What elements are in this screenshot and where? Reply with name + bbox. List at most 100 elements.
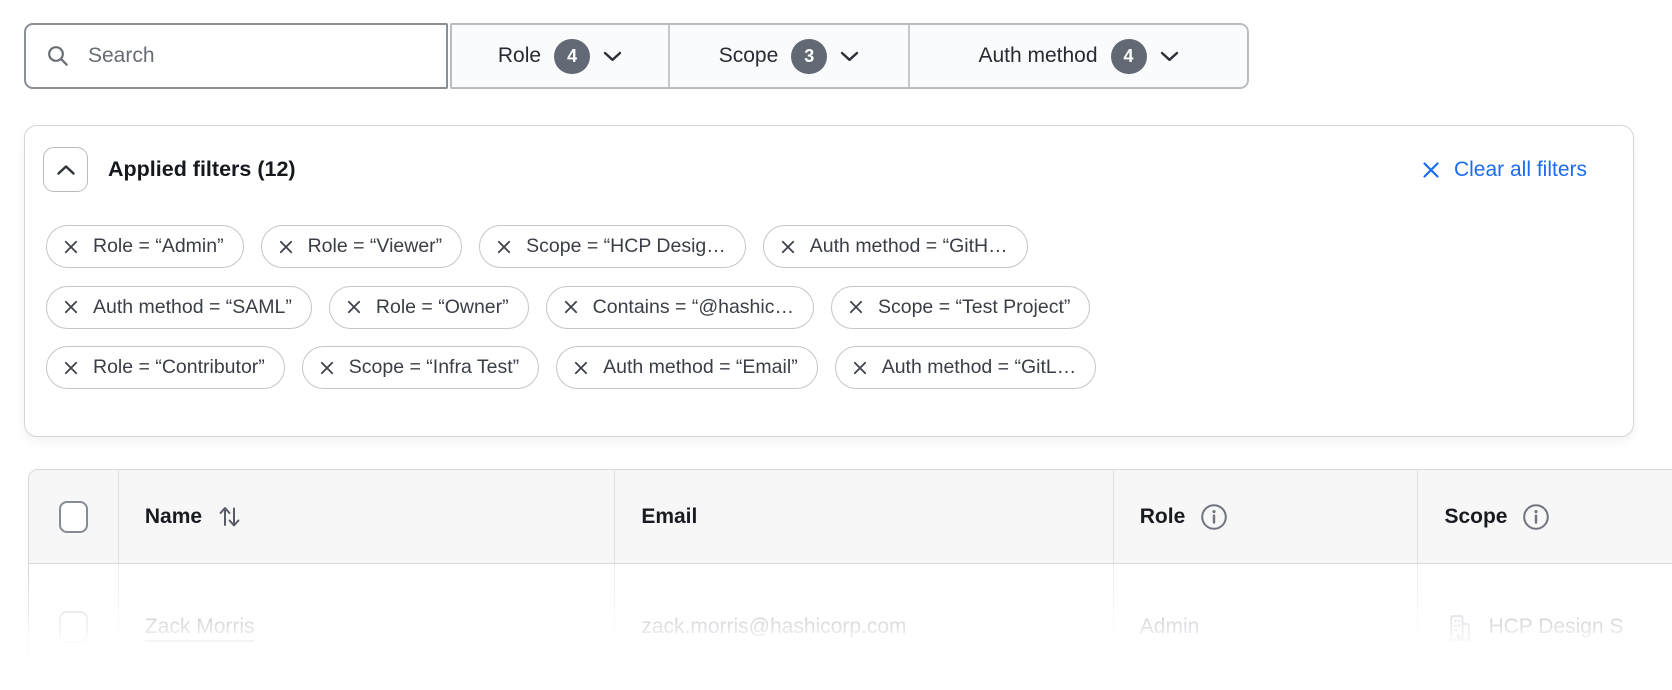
- filter-chip-label: Auth method = “SAML”: [93, 296, 292, 319]
- close-icon: [63, 239, 79, 255]
- filter-chip: Auth method = “SAML”: [46, 286, 312, 329]
- column-header-scope: Scope: [1417, 470, 1672, 563]
- filter-chip-label: Scope = “Test Project”: [878, 296, 1070, 319]
- row-email-cell: zack.morris@hashicorp.com: [614, 564, 1112, 690]
- filter-chip: Role = “Viewer”: [261, 225, 463, 268]
- count-badge: 4: [1111, 39, 1147, 74]
- user-name-link[interactable]: Zack Morris: [145, 615, 255, 639]
- remove-filter-button[interactable]: [278, 239, 294, 255]
- close-icon: [573, 360, 589, 376]
- count-badge: 3: [791, 39, 827, 74]
- filter-dropdown-group: Role 4 Scope 3 Auth method 4: [450, 23, 1249, 89]
- dropdown-label: Scope: [719, 44, 779, 68]
- info-icon: [1200, 503, 1228, 531]
- filter-chip-label: Auth method = “Email”: [603, 356, 798, 379]
- select-all-cell: [29, 470, 118, 563]
- filter-chip-label: Role = “Admin”: [93, 235, 224, 258]
- sort-arrows-icon: [217, 502, 242, 531]
- filter-chip-label: Contains = “@hashic…: [593, 296, 794, 319]
- user-email: zack.morris@hashicorp.com: [641, 615, 906, 639]
- applied-filters-panel: Applied filters (12) Clear all filters R…: [24, 125, 1634, 437]
- search-input[interactable]: [86, 43, 446, 69]
- user-role: Admin: [1140, 615, 1200, 639]
- close-icon: [63, 360, 79, 376]
- column-header-email: Email: [614, 470, 1112, 563]
- select-all-checkbox[interactable]: [59, 501, 88, 533]
- filter-chip-label: Role = “Viewer”: [308, 235, 443, 258]
- info-button[interactable]: [1522, 503, 1550, 531]
- remove-filter-button[interactable]: [573, 360, 589, 376]
- sort-button[interactable]: [217, 502, 242, 531]
- filter-chip: Contains = “@hashic…: [546, 286, 814, 329]
- column-header-role: Role: [1113, 470, 1418, 563]
- applied-filters-title: Applied filters (12): [108, 157, 296, 182]
- building-icon: [1444, 612, 1475, 643]
- remove-filter-button[interactable]: [346, 299, 362, 315]
- table-row: Zack Morris zack.morris@hashicorp.com Ad…: [29, 564, 1672, 690]
- remove-filter-button[interactable]: [563, 299, 579, 315]
- close-icon: [319, 360, 335, 376]
- clear-all-label: Clear all filters: [1454, 158, 1587, 182]
- filter-chip-label: Auth method = “GitH…: [810, 235, 1008, 258]
- filter-dropdown-role[interactable]: Role 4: [452, 25, 668, 87]
- remove-filter-button[interactable]: [63, 360, 79, 376]
- remove-filter-button[interactable]: [63, 239, 79, 255]
- info-icon: [1522, 503, 1550, 531]
- row-scope-cell: HCP Design S: [1417, 564, 1672, 690]
- filter-chip: Auth method = “Email”: [556, 346, 818, 389]
- dropdown-label: Auth method: [978, 44, 1097, 68]
- filter-dropdown-auth-method[interactable]: Auth method 4: [908, 25, 1247, 87]
- users-table: Name Email Role Scope Zack Morris: [28, 469, 1672, 690]
- filter-chip: Auth method = “GitH…: [763, 225, 1028, 268]
- remove-filter-button[interactable]: [496, 239, 512, 255]
- filter-chip-label: Role = “Contributor”: [93, 356, 265, 379]
- filter-chip: Auth method = “GitL…: [835, 346, 1097, 389]
- remove-filter-button[interactable]: [852, 360, 868, 376]
- applied-filters-header: Applied filters (12) Clear all filters: [25, 126, 1633, 192]
- column-header-name: Name: [118, 470, 614, 563]
- filter-chip-label: Scope = “Infra Test”: [349, 356, 519, 379]
- clear-all-filters-button[interactable]: Clear all filters: [1421, 158, 1587, 182]
- collapse-button[interactable]: [43, 147, 88, 192]
- filter-chip: Role = “Contributor”: [46, 346, 285, 389]
- remove-filter-button[interactable]: [319, 360, 335, 376]
- close-icon: [496, 239, 512, 255]
- filter-chip: Role = “Owner”: [329, 286, 529, 329]
- chevron-down-icon: [840, 51, 859, 62]
- close-icon: [278, 239, 294, 255]
- column-header-label: Email: [641, 505, 697, 529]
- search-icon: [45, 43, 71, 69]
- dropdown-label: Role: [498, 44, 541, 68]
- remove-filter-button[interactable]: [63, 299, 79, 315]
- filter-dropdown-scope[interactable]: Scope 3: [668, 25, 908, 87]
- close-icon: [346, 299, 362, 315]
- table-header-row: Name Email Role Scope: [29, 470, 1672, 564]
- row-role-cell: Admin: [1113, 564, 1418, 690]
- chevron-down-icon: [1160, 51, 1179, 62]
- filter-chip: Role = “Admin”: [46, 225, 244, 268]
- chip-row: Role = “Contributor” Scope = “Infra Test…: [46, 346, 1612, 389]
- close-icon: [1421, 160, 1441, 180]
- close-icon: [852, 360, 868, 376]
- row-name-cell: Zack Morris: [118, 564, 614, 690]
- column-header-label: Scope: [1444, 505, 1507, 529]
- row-select-cell: [29, 564, 118, 690]
- filter-chip-label: Role = “Owner”: [376, 296, 509, 319]
- filter-chip: Scope = “Infra Test”: [302, 346, 539, 389]
- close-icon: [848, 299, 864, 315]
- remove-filter-button[interactable]: [780, 239, 796, 255]
- row-checkbox[interactable]: [59, 611, 88, 643]
- column-header-label: Name: [145, 505, 202, 529]
- filter-chip: Scope = “HCP Desig…: [479, 225, 746, 268]
- filter-chip-label: Auth method = “GitL…: [882, 356, 1077, 379]
- chevron-down-icon: [603, 51, 622, 62]
- applied-filter-chips: Role = “Admin” Role = “Viewer” Scope = “…: [25, 192, 1633, 389]
- remove-filter-button[interactable]: [848, 299, 864, 315]
- info-button[interactable]: [1200, 503, 1228, 531]
- chevron-up-icon: [56, 164, 76, 176]
- column-header-label: Role: [1140, 505, 1186, 529]
- chip-row: Auth method = “SAML” Role = “Owner” Cont…: [46, 286, 1612, 329]
- filter-chip-label: Scope = “HCP Desig…: [526, 235, 726, 258]
- chip-row: Role = “Admin” Role = “Viewer” Scope = “…: [46, 225, 1612, 268]
- filter-toolbar: Role 4 Scope 3 Auth method 4: [24, 23, 1249, 89]
